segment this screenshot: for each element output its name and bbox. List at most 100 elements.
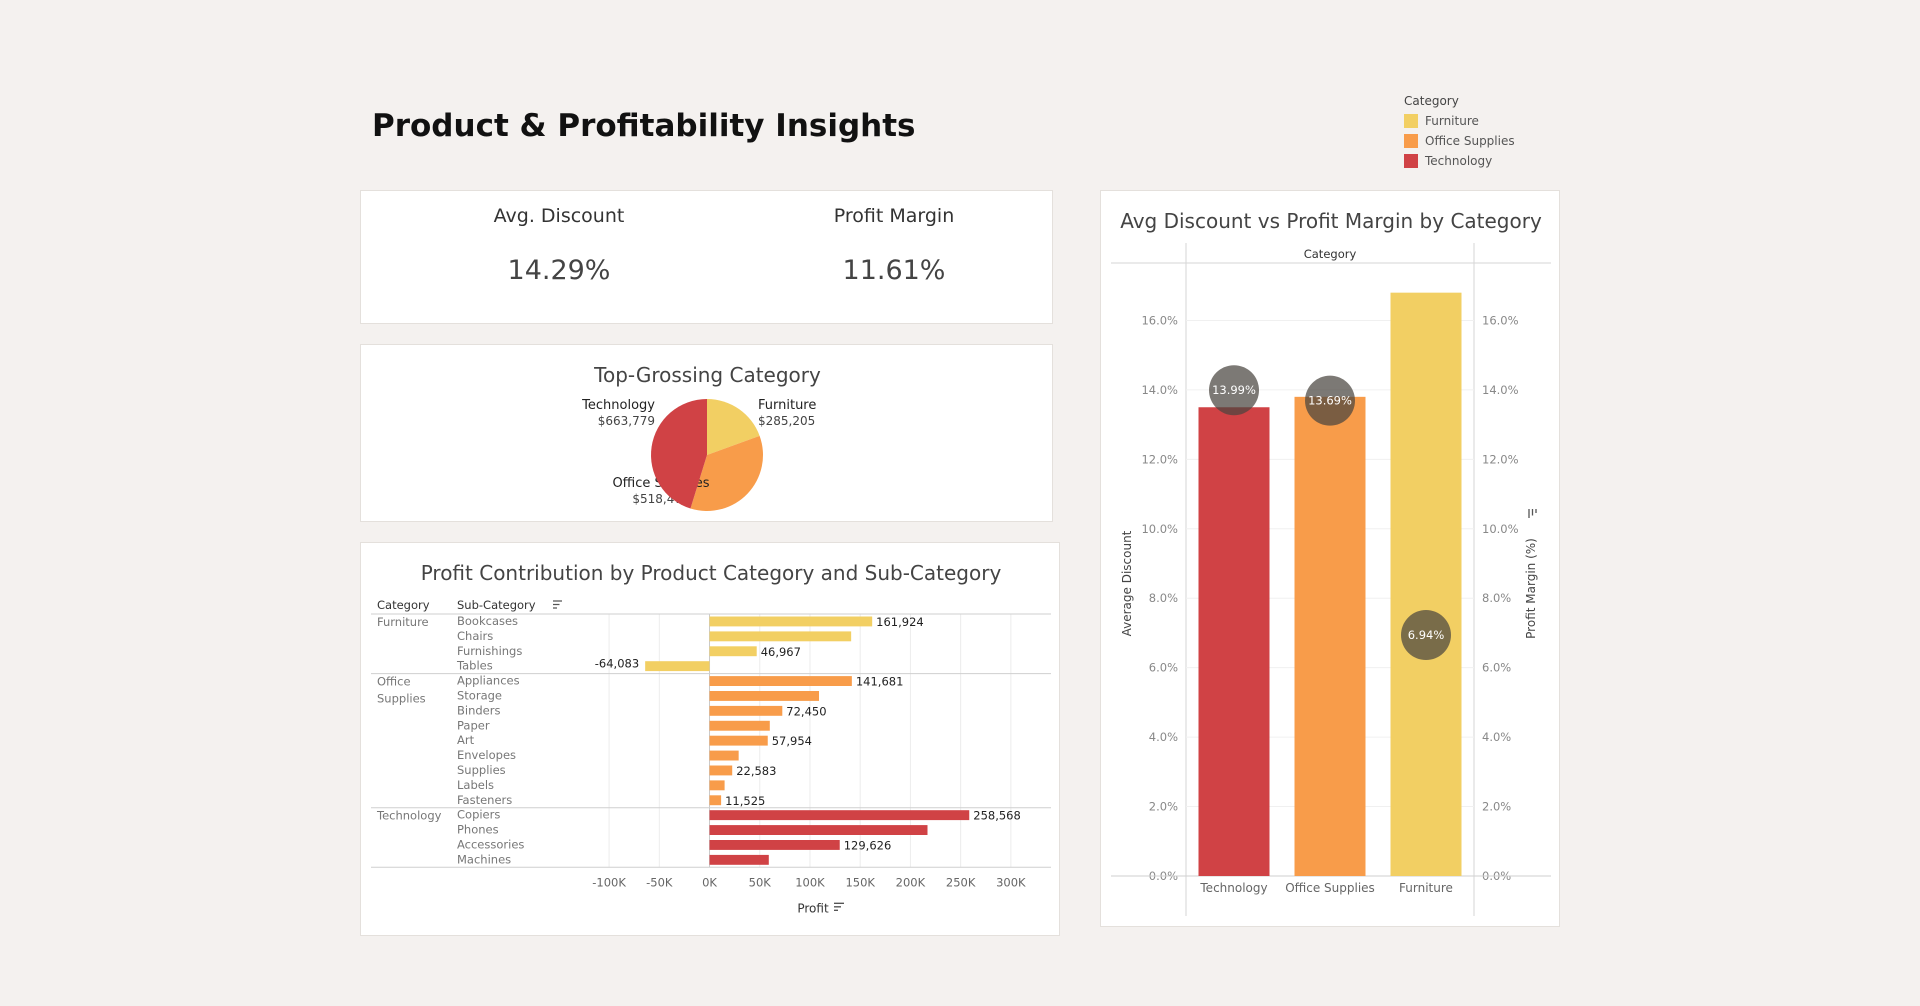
y2-tick-label: 6.0%: [1482, 661, 1511, 675]
legend-title: Category: [1404, 94, 1459, 108]
x-tick-label: 100K: [795, 875, 825, 889]
pie-chart: Furniture$285,205Office Supplies$518,474…: [581, 398, 816, 511]
x-category-label: Furniture: [1399, 881, 1453, 895]
y2-tick-label: 14.0%: [1482, 383, 1519, 397]
legend-swatch: [1404, 134, 1418, 148]
x-sort-icon: [834, 902, 844, 911]
x-category-label: Technology: [1199, 881, 1267, 895]
subcategory-label: Appliances: [457, 674, 520, 688]
profit-contribution-panel: Profit Contribution by Product Category …: [360, 542, 1060, 936]
y2-sort-icon: [1528, 509, 1537, 518]
profit-bar: [709, 691, 820, 701]
discount-margin-chart: Category0.0% 0.0%2.0% 2.0%4.0% 4.0%6.0% 6.0%…: [1111, 243, 1551, 916]
category-label: Supplies: [377, 692, 426, 706]
y-tick-label: 12.0%: [1141, 452, 1178, 466]
bar-value-label: 161,924: [876, 615, 924, 629]
row-header-category: Category: [377, 598, 430, 612]
x-tick-label: 200K: [896, 875, 926, 889]
legend-item-furniture[interactable]: Furniture: [1404, 111, 1515, 131]
subcategory-label: Envelopes: [457, 748, 516, 762]
y-tick-label: 14.0%: [1141, 383, 1178, 397]
bar-value-label: 22,583: [736, 764, 776, 778]
legend-item-technology[interactable]: Technology: [1404, 151, 1515, 171]
x-tick-label: -100K: [592, 875, 626, 889]
profit-bar: [709, 840, 840, 850]
category-label: Office: [377, 675, 411, 689]
subcategory-label: Paper: [457, 718, 490, 732]
y-tick-label: 2.0%: [1149, 800, 1178, 814]
x-tick-label: 250K: [946, 875, 976, 889]
profit-bar: [709, 825, 928, 835]
profit-bar: [645, 661, 710, 672]
profit-bar: [709, 750, 739, 761]
profit-bar: [709, 676, 852, 686]
bar-value-label: 129,626: [844, 839, 892, 853]
subcategory-label: Storage: [457, 689, 502, 703]
subcategory-label: Art: [457, 733, 475, 747]
x-axis-label: Profit: [797, 901, 829, 915]
profit-bar: [709, 631, 852, 642]
profit-bar: [709, 780, 725, 791]
legend-swatch: [1404, 154, 1418, 168]
discount-bar: [1294, 396, 1366, 876]
dashboard-title: Product & Profitability Insights: [372, 108, 916, 144]
subcategory-label: Bookcases: [457, 614, 518, 628]
x-tick-label: -50K: [646, 875, 673, 889]
profit-bar: [709, 810, 970, 821]
bar-value-label: 72,450: [786, 704, 826, 718]
subcategory-label: Labels: [457, 778, 494, 792]
bar-value-label: -64,083: [595, 657, 639, 671]
subcategory-label: Accessories: [457, 838, 524, 852]
subcategory-label: Supplies: [457, 763, 506, 777]
y2-tick-label: 8.0%: [1482, 591, 1511, 605]
x-tick-label: 0K: [702, 875, 717, 889]
kpi-profit-margin-label: Profit Margin: [833, 205, 955, 227]
y2-tick-label: 16.0%: [1482, 313, 1519, 327]
profit-contribution-chart: -100K -50K 0K 50K 100K 150K 200K 250K 300K Catego…: [371, 598, 1051, 915]
bar-value-label: 258,568: [973, 809, 1021, 823]
y-tick-label: 10.0%: [1141, 522, 1178, 536]
profit-bar: [709, 795, 722, 806]
y-tick-label: 16.0%: [1141, 313, 1178, 327]
x-tick-label: 300K: [996, 875, 1026, 889]
profit-bar: [709, 616, 873, 627]
subcategory-label: Fasteners: [457, 793, 512, 807]
kpi-panel: Avg. Discount 14.29% Profit Margin 11.61…: [360, 190, 1053, 324]
subcategory-label: Furnishings: [457, 644, 522, 658]
profit-bar: [709, 646, 757, 657]
pie-label: Technology: [581, 398, 655, 413]
bar-value-label: 57,954: [772, 734, 812, 748]
kpi-avg-discount-value: 14.29%: [507, 255, 611, 286]
profit-bar: [709, 854, 769, 865]
y-tick-label: 8.0%: [1149, 591, 1178, 605]
subcategory-label: Machines: [457, 852, 511, 866]
y-tick-label: 4.0%: [1149, 730, 1178, 744]
x-tick-label: 50K: [749, 875, 772, 889]
pie-value-label: $663,779: [598, 414, 655, 428]
y2-tick-label: 2.0%: [1482, 800, 1511, 814]
subcategory-label: Phones: [457, 823, 499, 837]
category-label: Technology: [376, 809, 442, 823]
profit-bar: [709, 705, 783, 716]
discount-bar: [1198, 407, 1270, 876]
y2-tick-label: 4.0%: [1482, 730, 1511, 744]
legend-item-office-supplies[interactable]: Office Supplies: [1404, 131, 1515, 151]
bar-value-label: 141,681: [856, 675, 904, 689]
subcategory-label: Binders: [457, 703, 500, 717]
row-header-subcategory: Sub-Category: [457, 598, 536, 612]
discount-bar: [1390, 292, 1462, 877]
bar-value-label: 11,525: [725, 794, 765, 808]
kpi-profit-margin-value: 11.61%: [842, 255, 946, 286]
subcategory-label: Tables: [456, 659, 493, 673]
category-label: Furniture: [377, 615, 429, 629]
y2-tick-label: 10.0%: [1482, 522, 1519, 536]
subcategory-label: Chairs: [457, 629, 493, 643]
subcategory-label: Copiers: [457, 808, 500, 822]
sort-icon: [553, 600, 562, 609]
profit-margin-label: 13.99%: [1212, 383, 1256, 397]
profit-margin-label: 6.94%: [1408, 628, 1445, 642]
pie-panel: Top-Grossing Category Furniture $285,205 O…: [360, 344, 1053, 522]
y-axis-label: Average Discount: [1120, 530, 1134, 636]
column-header: Category: [1304, 247, 1357, 261]
y2-tick-label: 12.0%: [1482, 452, 1519, 466]
